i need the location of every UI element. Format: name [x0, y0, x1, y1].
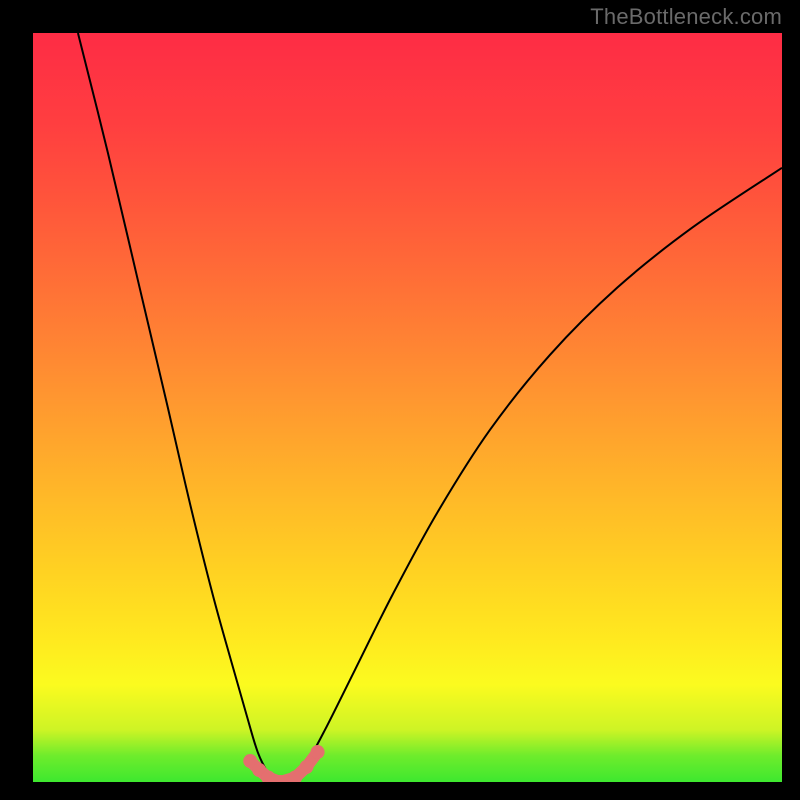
- curve-right-branch: [280, 168, 782, 782]
- chart-container: TheBottleneck.com: [0, 0, 800, 800]
- plot-area: [33, 33, 782, 782]
- valley-markers: [243, 745, 324, 782]
- attribution-watermark: TheBottleneck.com: [590, 4, 782, 30]
- chart-svg: [33, 33, 782, 782]
- valley-marker-dot: [299, 760, 313, 774]
- curve-left-branch: [78, 33, 280, 782]
- valley-marker-dot: [311, 745, 325, 759]
